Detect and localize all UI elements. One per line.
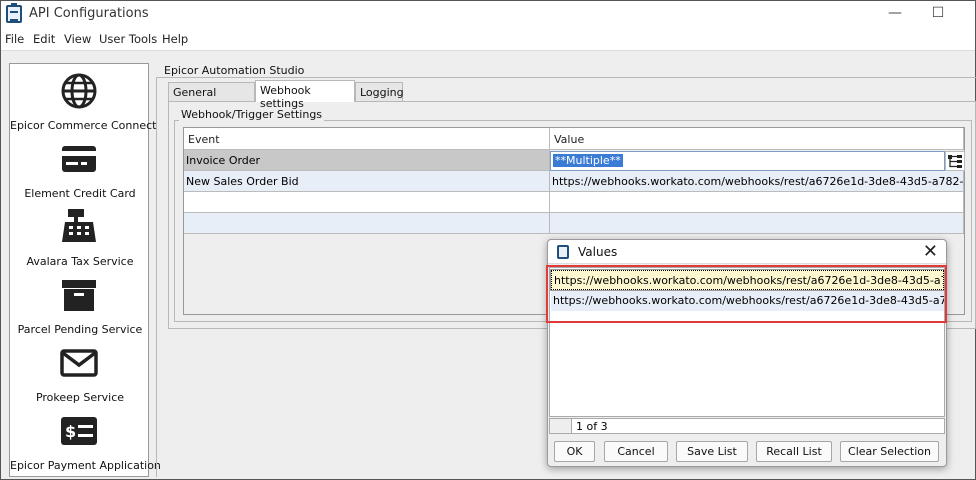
tab-webhook-settings[interactable]: Webhook settings bbox=[255, 80, 355, 110]
sidebar-item-element-credit-card[interactable]: Element Credit Card bbox=[10, 136, 150, 204]
table-cell-value[interactable] bbox=[550, 213, 964, 234]
clipboard-icon bbox=[557, 245, 569, 259]
multiple-value-text: **Multiple** bbox=[553, 154, 623, 167]
table-cell-event[interactable]: New Sales Order Bid bbox=[184, 171, 550, 192]
title-bar: API Configurations — ☐ bbox=[1, 1, 975, 27]
sidebar-item-label: Avalara Tax Service bbox=[26, 255, 134, 268]
sidebar-item-avalara-tax-service[interactable]: Avalara Tax Service bbox=[10, 204, 150, 272]
list-status-bar: 1 of 3 bbox=[549, 418, 945, 434]
status-cell bbox=[550, 419, 572, 433]
dialog-title-bar: Values ✕ bbox=[548, 240, 946, 264]
table-cell-value[interactable]: https://webhooks.workato.com/webhooks/re… bbox=[550, 171, 964, 192]
sidebar-item-epicor-payment-application[interactable]: $ Epicor Payment Application bbox=[10, 408, 161, 476]
table-cell-event[interactable] bbox=[184, 213, 550, 234]
globe-icon bbox=[61, 73, 97, 109]
clipboard-icon bbox=[6, 3, 22, 23]
column-header-value[interactable]: Value bbox=[550, 128, 964, 150]
dialog-title: Values bbox=[578, 245, 618, 259]
sidebar-item-label: Epicor Payment Application bbox=[10, 459, 161, 472]
sidebar-item-epicor-commerce-connect[interactable]: Epicor Commerce Connect bbox=[10, 68, 157, 136]
sidebar-item-parcel-pending-service[interactable]: Parcel Pending Service bbox=[10, 272, 150, 340]
sidebar-item-label: Element Credit Card bbox=[24, 187, 136, 200]
sidebar-item-label: Prokeep Service bbox=[35, 391, 125, 404]
sidebar: Epicor Commerce Connect Element Credit C… bbox=[9, 63, 161, 477]
svg-text:$: $ bbox=[65, 422, 76, 441]
minimize-icon[interactable]: — bbox=[885, 5, 905, 21]
value-cell-editor[interactable]: **Multiple** bbox=[550, 151, 945, 171]
table-cell-value[interactable] bbox=[550, 192, 964, 213]
maximize-icon[interactable]: ☐ bbox=[928, 5, 948, 21]
sidebar-item-prokeep-service[interactable]: Prokeep Service bbox=[10, 340, 150, 408]
credit-card-icon bbox=[62, 146, 96, 172]
envelope-icon bbox=[60, 349, 98, 377]
menu-file[interactable]: File bbox=[5, 32, 24, 46]
cash-register-icon bbox=[62, 209, 96, 242]
table-cell-event[interactable]: Invoice Order bbox=[184, 150, 550, 171]
table-cell-event[interactable] bbox=[184, 192, 550, 213]
sidebar-item-label: Parcel Pending Service bbox=[17, 323, 143, 336]
tree-list-icon bbox=[948, 155, 962, 168]
menu-bar: File Edit View User Tools Help bbox=[1, 27, 975, 51]
menu-user-tools[interactable]: User Tools bbox=[99, 32, 157, 46]
record-counter: 1 of 3 bbox=[576, 420, 608, 433]
highlight-annotation bbox=[546, 265, 947, 323]
recall-list-button[interactable]: Recall List bbox=[756, 441, 832, 462]
clear-selection-button[interactable]: Clear Selection bbox=[840, 441, 939, 462]
menu-view[interactable]: View bbox=[64, 32, 91, 46]
value-list-button[interactable] bbox=[945, 151, 965, 171]
window-title: API Configurations bbox=[29, 6, 149, 21]
tab-logging[interactable]: Logging bbox=[355, 82, 404, 102]
sidebar-item-label: Epicor Commerce Connect bbox=[10, 119, 157, 132]
column-header-event[interactable]: Event bbox=[184, 128, 550, 150]
archive-box-icon bbox=[62, 280, 96, 311]
save-list-button[interactable]: Save List bbox=[676, 441, 748, 462]
automation-studio-group-title: Epicor Automation Studio bbox=[162, 64, 307, 77]
menu-edit[interactable]: Edit bbox=[33, 32, 55, 46]
cancel-button[interactable]: Cancel bbox=[604, 441, 668, 462]
menu-help[interactable]: Help bbox=[162, 32, 188, 46]
money-bill-icon: $ bbox=[61, 417, 97, 445]
close-icon[interactable]: ✕ bbox=[923, 241, 938, 262]
ok-button[interactable]: OK bbox=[554, 441, 595, 462]
tab-general-settings[interactable]: General settings bbox=[168, 82, 255, 112]
app-window: API Configurations — ☐ File Edit View Us… bbox=[0, 0, 976, 480]
